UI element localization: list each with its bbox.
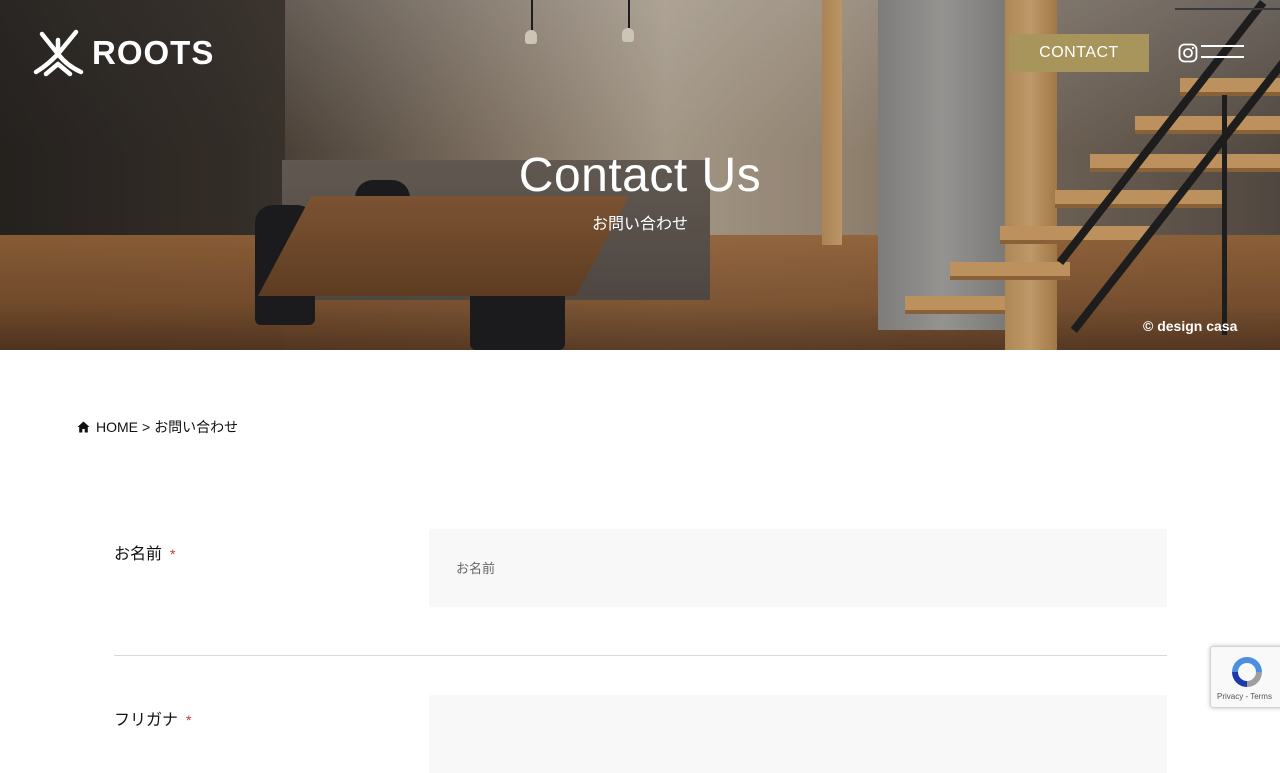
name-label: お名前 * bbox=[114, 540, 175, 564]
name-label-text: お名前 bbox=[114, 546, 163, 563]
furigana-label-text: フリガナ bbox=[114, 712, 179, 729]
required-mark: * bbox=[186, 712, 192, 728]
logo-text: ROOTS bbox=[92, 34, 215, 71]
instagram-icon[interactable] bbox=[1178, 43, 1198, 63]
breadcrumb-separator: > bbox=[142, 419, 151, 435]
photo-credit: © design casa bbox=[1143, 318, 1238, 334]
required-mark: * bbox=[170, 546, 176, 562]
page-title: Contact Us bbox=[518, 149, 762, 202]
form-divider bbox=[114, 655, 1167, 656]
page-subtitle: お問い合わせ bbox=[591, 216, 688, 233]
form-row-name: お名前 * bbox=[114, 529, 1167, 607]
furigana-label: フリガナ * bbox=[114, 706, 191, 730]
breadcrumb: HOME > お問い合わせ bbox=[77, 417, 238, 437]
recaptcha-badge[interactable]: Privacy - Terms bbox=[1210, 646, 1280, 708]
roots-logo-icon bbox=[33, 29, 84, 77]
name-input[interactable] bbox=[429, 529, 1167, 607]
form-row-furigana: フリガナ * bbox=[114, 695, 1167, 773]
menu-bar bbox=[1201, 56, 1244, 58]
contact-button[interactable]: CONTACT bbox=[1009, 34, 1149, 72]
top-accent-line bbox=[1175, 8, 1280, 10]
breadcrumb-home-link[interactable]: HOME bbox=[96, 419, 138, 435]
site-logo[interactable]: ROOTS bbox=[32, 28, 214, 78]
home-icon bbox=[77, 421, 90, 433]
recaptcha-terms[interactable]: Privacy - Terms bbox=[1217, 692, 1272, 701]
furigana-input[interactable] bbox=[429, 695, 1167, 773]
recaptcha-logo-icon bbox=[1232, 657, 1262, 687]
menu-bar bbox=[1201, 45, 1244, 47]
breadcrumb-current: お問い合わせ bbox=[154, 419, 239, 435]
hamburger-menu-icon[interactable] bbox=[1201, 45, 1244, 59]
